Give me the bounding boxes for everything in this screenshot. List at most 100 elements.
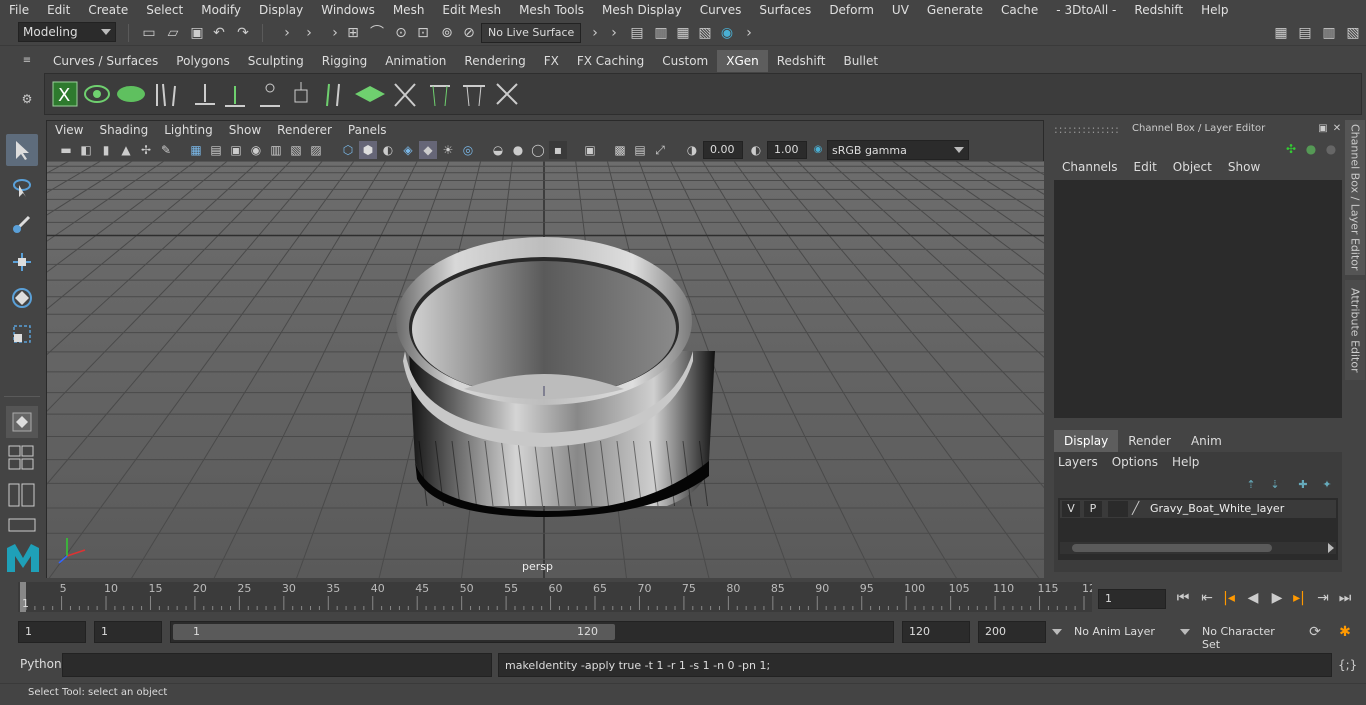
menu-display[interactable]: Display — [250, 3, 312, 17]
render-settings-icon[interactable]: ▧ — [696, 24, 714, 42]
auto-key-icon[interactable]: ⟳ — [1306, 623, 1324, 641]
color-management-icon[interactable]: ◉ — [809, 141, 827, 159]
menu-deform[interactable]: Deform — [820, 3, 883, 17]
motion-blur-icon[interactable]: ◒ — [489, 141, 507, 159]
viewport-menu-renderer[interactable]: Renderer — [269, 123, 340, 137]
layer-name[interactable]: Gravy_Boat_White_layer — [1150, 502, 1284, 515]
menu-uv[interactable]: UV — [883, 3, 918, 17]
menu-generate[interactable]: Generate — [918, 3, 992, 17]
layout-two-pane-icon[interactable] — [8, 482, 36, 510]
xray-joints-icon[interactable]: ▩ — [611, 141, 629, 159]
snap-view-icon[interactable]: ⊡ — [414, 24, 432, 42]
layer-tab-display[interactable]: Display — [1054, 430, 1119, 452]
ambient-occlusion-icon[interactable]: ◎ — [459, 141, 477, 159]
shelf-menu-icon[interactable]: ≡ — [18, 52, 36, 70]
layer-row[interactable]: V P ╱ Gravy_Boat_White_layer — [1060, 500, 1336, 518]
menu-mesh-tools[interactable]: Mesh Tools — [510, 3, 593, 17]
layer-horizontal-scrollbar[interactable] — [1060, 542, 1336, 554]
layer-visibility-toggle[interactable]: V — [1062, 501, 1080, 517]
snap-curve-icon[interactable]: ⌒ — [368, 24, 386, 42]
exposure-icon[interactable]: ◑ — [683, 141, 701, 159]
xgen-shelf-icons[interactable]: X — [45, 74, 525, 114]
wireframe-on-shaded-icon[interactable]: ◐ — [379, 141, 397, 159]
selection-mask-icon[interactable]: › — [278, 24, 296, 42]
menu-mesh-display[interactable]: Mesh Display — [593, 3, 691, 17]
snap-point-icon[interactable]: ⊙ — [392, 24, 410, 42]
menu-mesh[interactable]: Mesh — [384, 3, 434, 17]
layout-outliner-icon[interactable] — [8, 518, 36, 534]
shelf-tab-fx-caching[interactable]: FX Caching — [568, 50, 653, 72]
manip-icon[interactable]: ✣ — [1282, 140, 1300, 158]
colorspace-dropdown[interactable]: sRGB gamma — [827, 140, 969, 160]
gamma-field[interactable]: 1.00 — [767, 141, 807, 159]
shelf-tab-animation[interactable]: Animation — [376, 50, 455, 72]
layer-tab-render[interactable]: Render — [1118, 430, 1181, 452]
step-back-frame-icon[interactable]: ⇤ — [1198, 589, 1216, 607]
bookmark-icon[interactable]: ▮ — [97, 141, 115, 159]
range-slider-track[interactable]: 1 120 — [170, 621, 894, 643]
anti-alias-icon[interactable]: ● — [509, 141, 527, 159]
close-panel-icon[interactable]: ✕ — [1328, 120, 1346, 138]
command-language-toggle[interactable]: Python — [20, 657, 62, 671]
snap-surface-icon[interactable]: ⊚ — [438, 24, 456, 42]
panel-grip[interactable]: :::::::::::::: — [1054, 123, 1120, 136]
menu-edit-mesh[interactable]: Edit Mesh — [433, 3, 510, 17]
go-to-end-icon[interactable]: ⏭ — [1336, 589, 1354, 607]
step-forward-frame-icon[interactable]: ⇥ — [1314, 589, 1332, 607]
viewport-menu-show[interactable]: Show — [221, 123, 269, 137]
construction-history-icon[interactable]: › — [605, 24, 623, 42]
layer-menu-help[interactable]: Help — [1172, 455, 1207, 473]
use-all-lights-icon[interactable]: ◆ — [419, 141, 437, 159]
layer-tab-anim[interactable]: Anim — [1181, 430, 1232, 452]
lasso-tool-icon[interactable] — [6, 172, 38, 204]
shelf-tab-bullet[interactable]: Bullet — [834, 50, 887, 72]
soft-select-icon[interactable] — [6, 406, 38, 438]
layer-menu-layers[interactable]: Layers — [1058, 455, 1106, 473]
range-slider-handle[interactable] — [173, 624, 615, 640]
step-back-key-icon[interactable]: |◂ — [1220, 589, 1238, 607]
time-slider[interactable]: 5 10 15 20 25 30 35 40 45 50 55 60 65 70 75 80 85 90 95 100… — [18, 582, 1096, 612]
snap-grid-icon[interactable]: ⊞ — [344, 24, 362, 42]
new-scene-icon[interactable]: ▭ — [140, 24, 158, 42]
new-layer-selected-icon[interactable]: ✦ — [1318, 476, 1336, 494]
animation-end-field[interactable]: 200 — [978, 621, 1046, 643]
save-scene-icon[interactable]: ▣ — [188, 24, 206, 42]
textured-icon[interactable]: ◈ — [399, 141, 417, 159]
layer-playback-toggle[interactable]: P — [1084, 501, 1102, 517]
wireframe-icon[interactable]: ⬡ — [339, 141, 357, 159]
channel-box-menu-show[interactable]: Show — [1220, 160, 1268, 178]
undo-icon[interactable]: ↶ — [210, 24, 228, 42]
more-status-icon[interactable]: › — [740, 24, 758, 42]
new-layer-icon[interactable]: ✚ — [1294, 476, 1312, 494]
history-icon[interactable]: › — [586, 24, 604, 42]
channel-key-icon[interactable]: ● — [1322, 140, 1340, 158]
shelf-tab-polygons[interactable]: Polygons — [167, 50, 238, 72]
step-forward-key-icon[interactable]: ▸| — [1290, 589, 1308, 607]
xray-icon[interactable]: ▣ — [581, 141, 599, 159]
shelf-tab-curves-surfaces[interactable]: Curves / Surfaces — [44, 50, 167, 72]
current-frame-field[interactable]: 1 — [1098, 589, 1166, 609]
isolate-select-icon[interactable]: ▪ — [549, 141, 567, 159]
hypershade-icon[interactable]: ◉ — [718, 24, 736, 42]
resolution-gate-icon[interactable]: ▣ — [227, 141, 245, 159]
depth-of-field-icon[interactable]: ◯ — [529, 141, 547, 159]
menu-3dtoall[interactable]: - 3DtoAll - — [1047, 3, 1125, 17]
viewport-menu-lighting[interactable]: Lighting — [156, 123, 221, 137]
menu-modify[interactable]: Modify — [192, 3, 250, 17]
xray-components-icon[interactable]: ▤ — [631, 141, 649, 159]
anim-layer-dropdown[interactable]: No Anim Layer — [1052, 621, 1170, 643]
side-tab-channel-box[interactable]: Channel Box / Layer Editor — [1345, 120, 1365, 275]
safe-title-icon[interactable]: ▨ — [307, 141, 325, 159]
shelf-tab-sculpting[interactable]: Sculpting — [239, 50, 313, 72]
command-input[interactable] — [62, 653, 492, 677]
layer-display-type-toggle[interactable] — [1108, 501, 1128, 517]
viewport-menu-view[interactable]: View — [47, 123, 91, 137]
film-gate-icon[interactable]: ▤ — [207, 141, 225, 159]
toggle-attribute-icon[interactable]: ▥ — [1320, 24, 1338, 42]
menu-redshift[interactable]: Redshift — [1125, 3, 1192, 17]
render-view-icon[interactable]: ▤ — [628, 24, 646, 42]
character-set-dropdown[interactable]: No Character Set — [1180, 621, 1300, 651]
gamma-icon[interactable]: ◐ — [747, 141, 765, 159]
camera-attr-icon[interactable]: ◧ — [77, 141, 95, 159]
rotate-tool-icon[interactable] — [6, 282, 38, 314]
